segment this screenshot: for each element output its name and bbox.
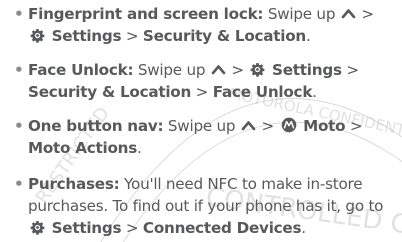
bullet-icon: • [14, 117, 24, 135]
list-item-fingerprint: • Fingerprint and screen lock: Swipe up … [14, 3, 396, 47]
list-item-purchases: • Purchases: You'll need NFC to make in-… [14, 173, 396, 239]
item-title: Fingerprint and screen lock: [28, 5, 264, 23]
chevron-up-icon [211, 65, 226, 75]
item-title: Purchases: [28, 175, 120, 193]
moto-logo-icon [281, 117, 296, 133]
item-text: Swipe up [267, 5, 336, 23]
separator: > [125, 219, 139, 237]
item-text: Swipe up [167, 117, 236, 135]
settings-label: Settings [51, 27, 122, 45]
security-location-label: Security & Location [142, 27, 306, 45]
chevron-up-icon [341, 9, 356, 19]
bullet-icon: • [14, 61, 24, 79]
separator: > [261, 117, 274, 135]
separator: > [361, 5, 374, 23]
face-unlock-label: Face Unlock [212, 83, 313, 101]
separator: > [125, 27, 139, 45]
settings-gear-icon [251, 62, 265, 77]
settings-gear-icon [30, 28, 45, 43]
moto-actions-label: Moto Actions [28, 139, 138, 157]
settings-gear-icon [30, 220, 45, 235]
period: . [305, 27, 311, 45]
separator: > [231, 61, 244, 79]
period: . [312, 83, 317, 101]
separator: > [195, 83, 209, 101]
bullet-icon: • [14, 5, 24, 23]
separator: > [349, 117, 363, 135]
item-title: Face Unlock: [28, 61, 134, 79]
period: . [137, 139, 142, 157]
settings-label: Settings [51, 219, 122, 237]
chevron-up-icon [241, 121, 256, 131]
list-item-one-button-nav: • One button nav: Swipe up > Moto > Moto… [14, 115, 396, 159]
separator: > [346, 61, 359, 79]
period: . [301, 219, 306, 237]
bullet-icon: • [14, 175, 24, 193]
moto-label: Moto [303, 117, 346, 135]
settings-label: Settings [272, 61, 342, 79]
connected-devices-label: Connected Devices [142, 219, 302, 237]
list-item-face-unlock: • Face Unlock: Swipe up > Settings > Sec… [14, 59, 396, 103]
item-text: Swipe up [137, 61, 206, 79]
instruction-list: • Fingerprint and screen lock: Swipe up … [0, 0, 402, 239]
security-location-label: Security & Location [28, 83, 192, 101]
item-title: One button nav: [28, 117, 164, 135]
